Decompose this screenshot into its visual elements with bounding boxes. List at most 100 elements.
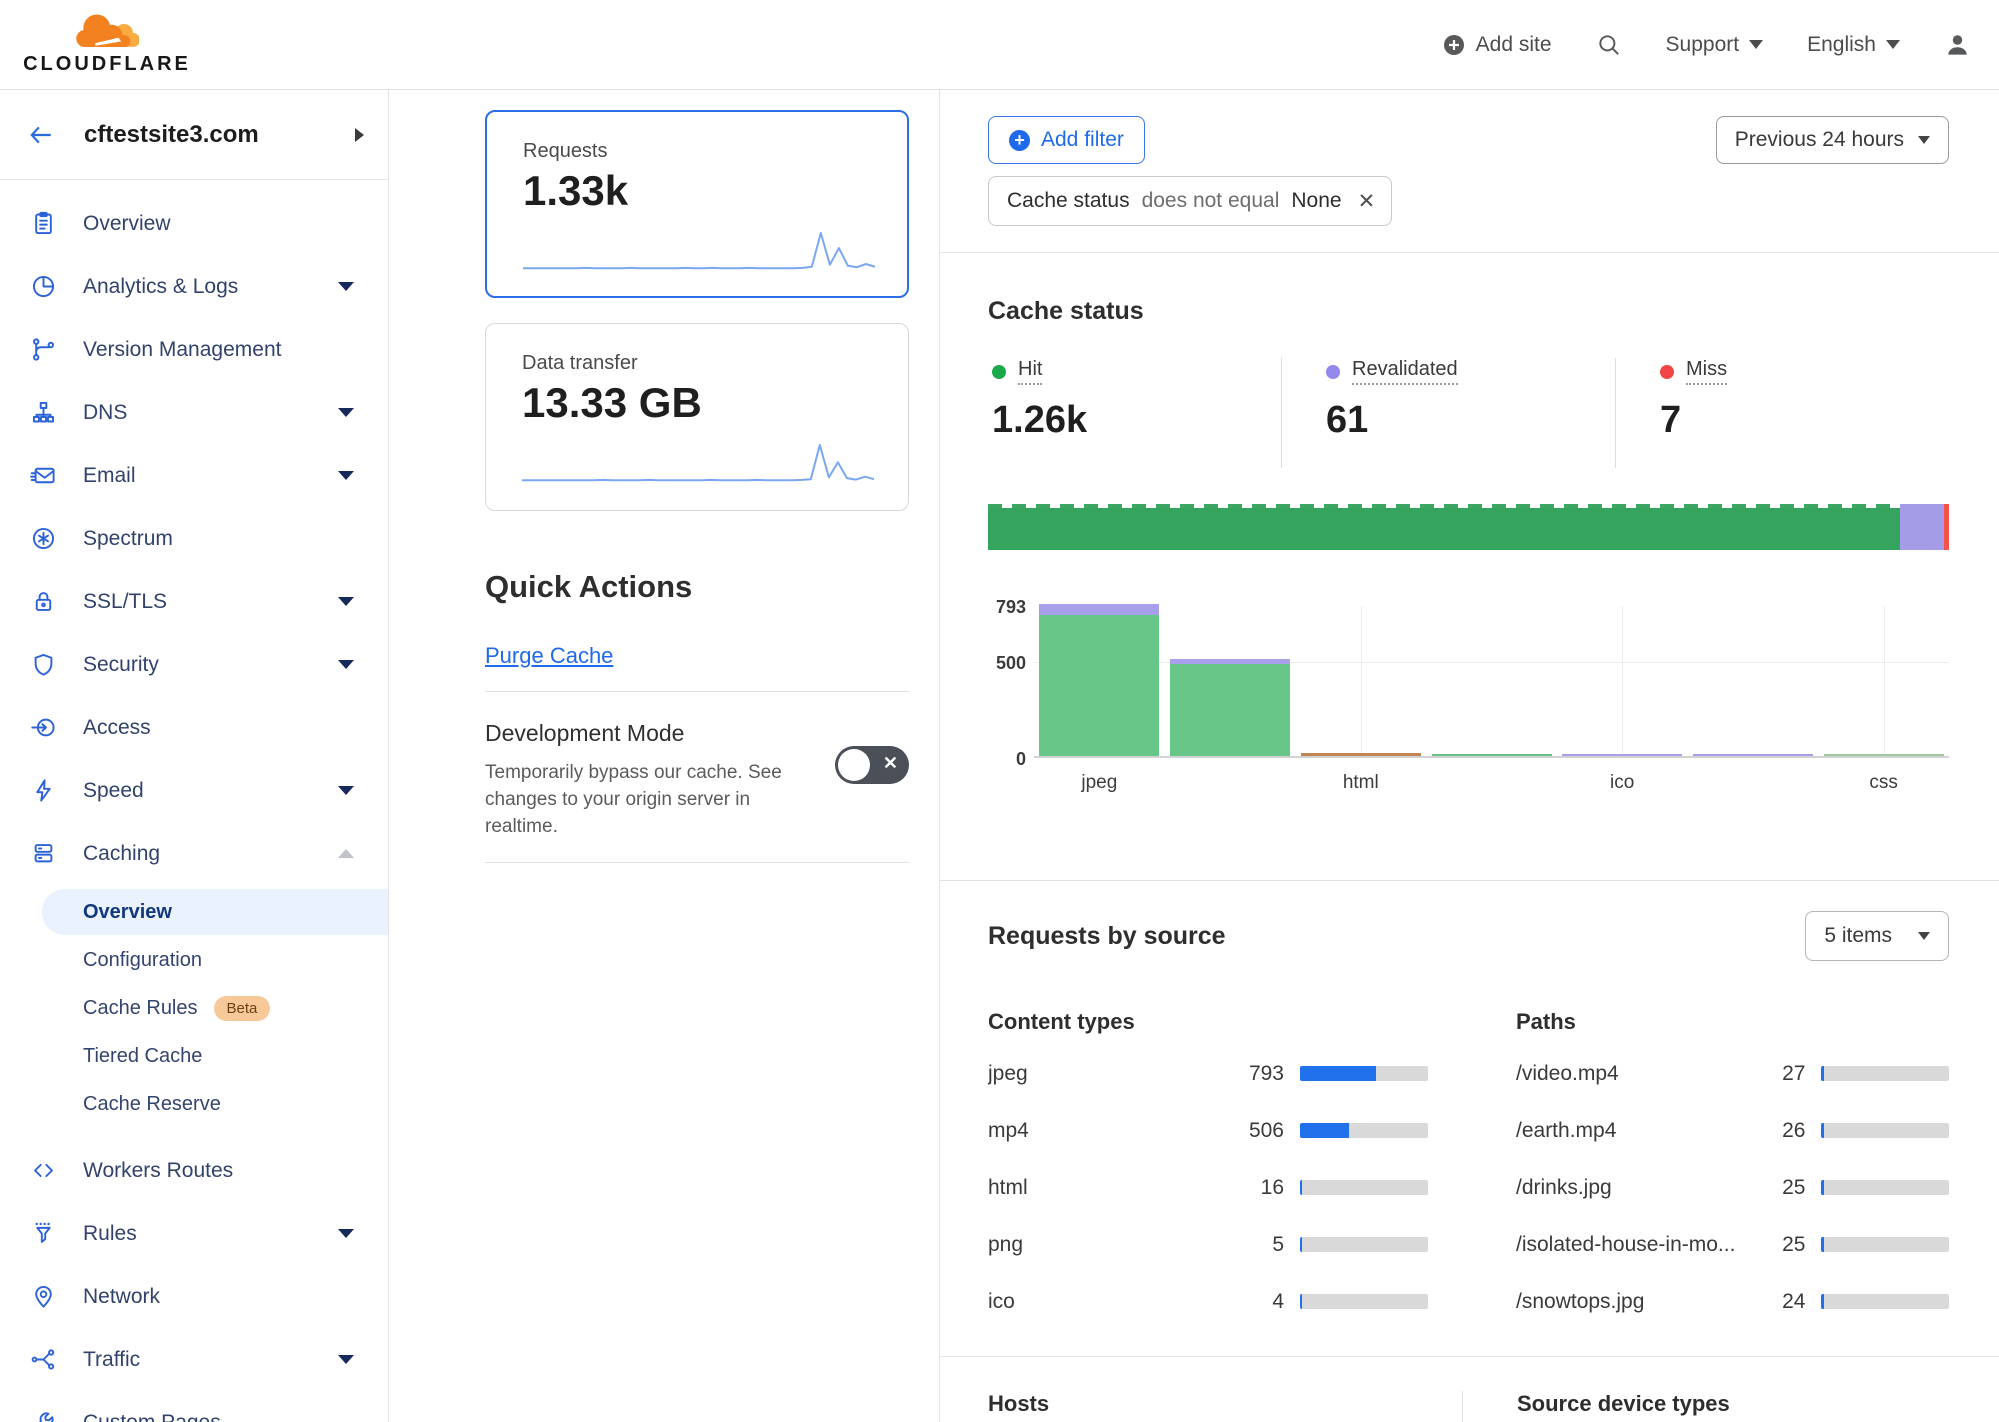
purge-cache-link[interactable]: Purge Cache: [485, 643, 613, 669]
chart-bar-css: [1824, 754, 1944, 756]
list-item: mp4506: [988, 1102, 1428, 1159]
middle-column: Requests 1.33k Data transfer 13.33 GB Qu…: [389, 90, 939, 1422]
sidebar-item-label: Spectrum: [83, 527, 354, 551]
miss-dot-icon: [1660, 365, 1674, 379]
sidebar-item-version-management[interactable]: Version Management: [0, 318, 388, 381]
filter-chip: Cache status does not equal None ✕: [988, 176, 1392, 226]
chevron-up-icon: [338, 849, 354, 858]
filter-chip-operator: does not equal: [1142, 189, 1280, 213]
item-bar-track: [1821, 1066, 1949, 1081]
beta-badge: Beta: [214, 996, 271, 1021]
sidebar-item-label: Speed: [83, 779, 338, 803]
items-count-dropdown[interactable]: 5 items: [1805, 911, 1949, 961]
chevron-down-icon: [338, 282, 354, 291]
stat-label[interactable]: Miss: [1686, 358, 1727, 385]
x-tick-label: css: [1869, 772, 1898, 794]
search-button[interactable]: [1596, 32, 1622, 58]
sidebar-item-caching[interactable]: Caching: [0, 822, 388, 885]
overview-icon: [30, 210, 57, 237]
sidebar-item-security[interactable]: Security: [0, 633, 388, 696]
chevron-down-icon: [1886, 40, 1900, 49]
stat-label[interactable]: Revalidated: [1352, 358, 1458, 385]
sidebar-item-access[interactable]: Access: [0, 696, 388, 759]
subnav-item-overview[interactable]: Overview: [42, 889, 388, 935]
list-item: png5: [988, 1216, 1428, 1273]
y-tick-label: 793: [996, 597, 1026, 618]
sidebar-nav: Overview Analytics & LogsVersion Manageme…: [0, 180, 388, 1422]
access-icon: [30, 714, 57, 741]
cloudflare-cloud-icon: [75, 13, 139, 55]
sidebar-item-workers-routes[interactable]: Workers Routes: [0, 1139, 388, 1202]
add-filter-button[interactable]: + Add filter: [988, 116, 1145, 164]
chevron-down-icon: [338, 597, 354, 606]
sidebar-item-label: Access: [83, 716, 354, 740]
account-menu[interactable]: [1944, 31, 1971, 58]
plus-circle-icon: [1442, 33, 1466, 57]
toggle-knob: [838, 749, 870, 781]
stat-hit: Hit1.26k: [988, 358, 1281, 468]
subnav-item-cache-rules[interactable]: Cache RulesBeta: [42, 985, 388, 1031]
subnav-item-label: Overview: [83, 901, 172, 924]
sidebar-item-label: Workers Routes: [83, 1159, 354, 1183]
language-menu[interactable]: English: [1807, 33, 1900, 57]
subnav-item-cache-reserve[interactable]: Cache Reserve: [42, 1081, 388, 1127]
sidebar-item-overview[interactable]: Overview: [0, 192, 388, 255]
time-range-dropdown[interactable]: Previous 24 hours: [1716, 116, 1949, 164]
sidebar-item-label: Overview: [83, 212, 354, 236]
list-item: /video.mp427: [1516, 1045, 1949, 1102]
bar-segment-revalidated: [1039, 604, 1159, 615]
add-site-button[interactable]: Add site: [1442, 33, 1552, 57]
sidebar-item-custom-pages[interactable]: Custom Pages: [0, 1391, 388, 1422]
back-arrow-icon[interactable]: [26, 122, 56, 148]
item-bar-track: [1821, 1123, 1949, 1138]
sidebar-item-speed[interactable]: Speed: [0, 759, 388, 822]
stat-value: 61: [1326, 399, 1615, 468]
sidebar-item-network[interactable]: Network: [0, 1265, 388, 1328]
chevron-down-icon: [338, 1229, 354, 1238]
item-bar-fill: [1300, 1123, 1349, 1138]
chevron-down-icon: [338, 1355, 354, 1364]
support-menu[interactable]: Support: [1666, 33, 1764, 57]
cache-status-stacked-bar: [988, 504, 1949, 550]
development-mode-title: Development Mode: [485, 720, 805, 747]
item-bar-fill: [1300, 1066, 1376, 1081]
bar-segment-hit: [1039, 615, 1159, 756]
subnav-item-configuration[interactable]: Configuration: [42, 937, 388, 983]
caching-icon: [30, 840, 57, 867]
site-switcher-caret-icon[interactable]: [355, 128, 364, 142]
subnav-item-tiered-cache[interactable]: Tiered Cache: [42, 1033, 388, 1079]
gridline: [1361, 606, 1362, 756]
chart-bar-ico: [1562, 754, 1682, 756]
cloudflare-wordmark: CLOUDFLARE: [23, 53, 191, 76]
requests-metric-card[interactable]: Requests 1.33k: [485, 110, 909, 298]
sidebar-item-spectrum[interactable]: Spectrum: [0, 507, 388, 570]
sidebar-item-traffic[interactable]: Traffic: [0, 1328, 388, 1391]
item-label: mp4: [988, 1119, 1214, 1143]
requests-sparkline: [523, 229, 875, 271]
cloudflare-logo[interactable]: CLOUDFLARE: [22, 13, 192, 76]
sidebar-item-rules[interactable]: Rules: [0, 1202, 388, 1265]
sidebar-item-ssl-tls[interactable]: SSL/TLS: [0, 570, 388, 633]
traffic-icon: [30, 1346, 57, 1373]
item-value: 24: [1735, 1290, 1805, 1314]
stat-label[interactable]: Hit: [1018, 358, 1042, 385]
item-label: /snowtops.jpg: [1516, 1290, 1735, 1314]
remove-filter-icon[interactable]: ✕: [1358, 189, 1376, 214]
y-tick-label: 0: [1016, 749, 1026, 770]
list-item: ico4: [988, 1273, 1428, 1330]
sidebar-item-email[interactable]: Email: [0, 444, 388, 507]
email-icon: [30, 462, 57, 489]
item-label: jpeg: [988, 1062, 1214, 1086]
data-transfer-metric-card[interactable]: Data transfer 13.33 GB: [485, 323, 909, 511]
sidebar-item-analytics-logs[interactable]: Analytics & Logs: [0, 255, 388, 318]
item-bar-fill: [1821, 1180, 1823, 1195]
filter-chip-value: None: [1291, 189, 1341, 213]
item-label: /isolated-house-in-mo...: [1516, 1233, 1735, 1257]
paths-list: /video.mp427/earth.mp426/drinks.jpg25/is…: [1516, 1045, 1949, 1330]
content-types-title: Content types: [988, 1009, 1428, 1035]
subnav-item-label: Tiered Cache: [83, 1045, 202, 1068]
filter-chip-field: Cache status: [1007, 189, 1130, 213]
development-mode-toggle[interactable]: ✕: [835, 746, 909, 784]
plus-circle-icon: +: [1009, 130, 1030, 151]
sidebar-item-dns[interactable]: DNS: [0, 381, 388, 444]
